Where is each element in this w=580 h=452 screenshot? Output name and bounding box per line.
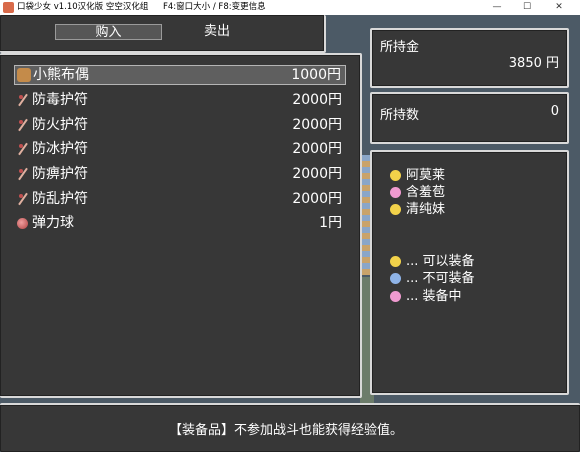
shop-item-poison-charm[interactable]: 防毒护符 2000円 (14, 90, 346, 110)
money-value: 3850 円 (508, 56, 559, 71)
maximize-button[interactable]: ☐ (516, 0, 538, 15)
face-equipped-icon (390, 291, 401, 302)
doll-icon (17, 68, 31, 82)
item-name: 防火护符 (32, 117, 88, 133)
legend-text: ... 装备中 (406, 289, 462, 304)
legend-text: ... 可以装备 (406, 254, 475, 269)
item-price: 2000円 (292, 191, 342, 207)
shop-item-list: 小熊布偶 1000円 防毒护符 2000円 防火护符 2000円 防冰护符 20… (0, 53, 362, 398)
charm-icon (16, 142, 30, 156)
face-equippable-icon (390, 170, 401, 181)
shop-item-paralysis-charm[interactable]: 防痹护符 2000円 (14, 164, 346, 184)
item-name: 防毒护符 (32, 92, 88, 108)
face-equippable-icon (390, 256, 401, 267)
item-name: 防痹护符 (32, 166, 88, 182)
legend-text: ... 不可装备 (406, 271, 475, 286)
count-value: 0 (550, 104, 559, 119)
charm-icon (16, 118, 30, 132)
item-name: 防冰护符 (32, 141, 88, 157)
close-button[interactable]: ✕ (548, 0, 570, 15)
item-price: 2000円 (292, 92, 342, 108)
help-window: 【装备品】不参加战斗也能获得经验值。 (0, 403, 580, 452)
shop-item-ice-charm[interactable]: 防冰护符 2000円 (14, 139, 346, 159)
item-price: 2000円 (292, 141, 342, 157)
member-name: 阿莫莱 (406, 168, 446, 183)
item-name: 小熊布偶 (33, 67, 89, 83)
help-text: 【装备品】不参加战斗也能获得经验值。 (169, 423, 404, 438)
charm-icon (16, 167, 30, 181)
item-price: 2000円 (292, 117, 342, 133)
item-name: 防乱护符 (32, 191, 88, 207)
shop-item-bouncy-ball[interactable]: 弹力球 1円 (14, 213, 346, 233)
tab-buy[interactable]: 购入 (55, 24, 162, 40)
money-window: 所持金 3850 円 (370, 28, 569, 88)
shop-command-window: 购入 卖出 (0, 15, 326, 53)
party-status-window: 阿莫莱 含羞苞 清纯妹 ... 可以装备 ... 不可装备 ... 装备中 (370, 150, 569, 395)
key-hint: F4:窗口大小 / F8:变更信息 (163, 2, 266, 12)
tab-sell[interactable]: 卖出 (182, 24, 252, 40)
shop-item-confusion-charm[interactable]: 防乱护符 2000円 (14, 189, 346, 209)
shop-item-bear-doll[interactable]: 小熊布偶 1000円 (14, 65, 346, 85)
item-price: 1円 (319, 215, 342, 231)
member-name: 含羞苞 (406, 185, 446, 200)
item-price: 1000円 (291, 67, 341, 83)
money-label: 所持金 (380, 40, 420, 55)
charm-icon (16, 93, 30, 107)
app-icon (3, 2, 14, 13)
count-label: 所持数 (380, 108, 420, 123)
face-equipped-icon (390, 187, 401, 198)
minimize-button[interactable]: — (486, 0, 508, 15)
window-title: 口袋少女 v1.10汉化版 空空汉化组 (17, 2, 149, 12)
charm-icon (16, 192, 30, 206)
window-titlebar: 口袋少女 v1.10汉化版 空空汉化组 F4:窗口大小 / F8:变更信息 — … (0, 0, 580, 15)
item-name: 弹力球 (32, 215, 74, 231)
possession-count-window: 所持数 0 (370, 92, 569, 144)
member-name: 清纯妹 (406, 202, 446, 217)
face-equippable-icon (390, 204, 401, 215)
shop-item-fire-charm[interactable]: 防火护符 2000円 (14, 115, 346, 135)
item-price: 2000円 (292, 166, 342, 182)
face-not-equippable-icon (390, 273, 401, 284)
ball-icon (17, 218, 28, 229)
